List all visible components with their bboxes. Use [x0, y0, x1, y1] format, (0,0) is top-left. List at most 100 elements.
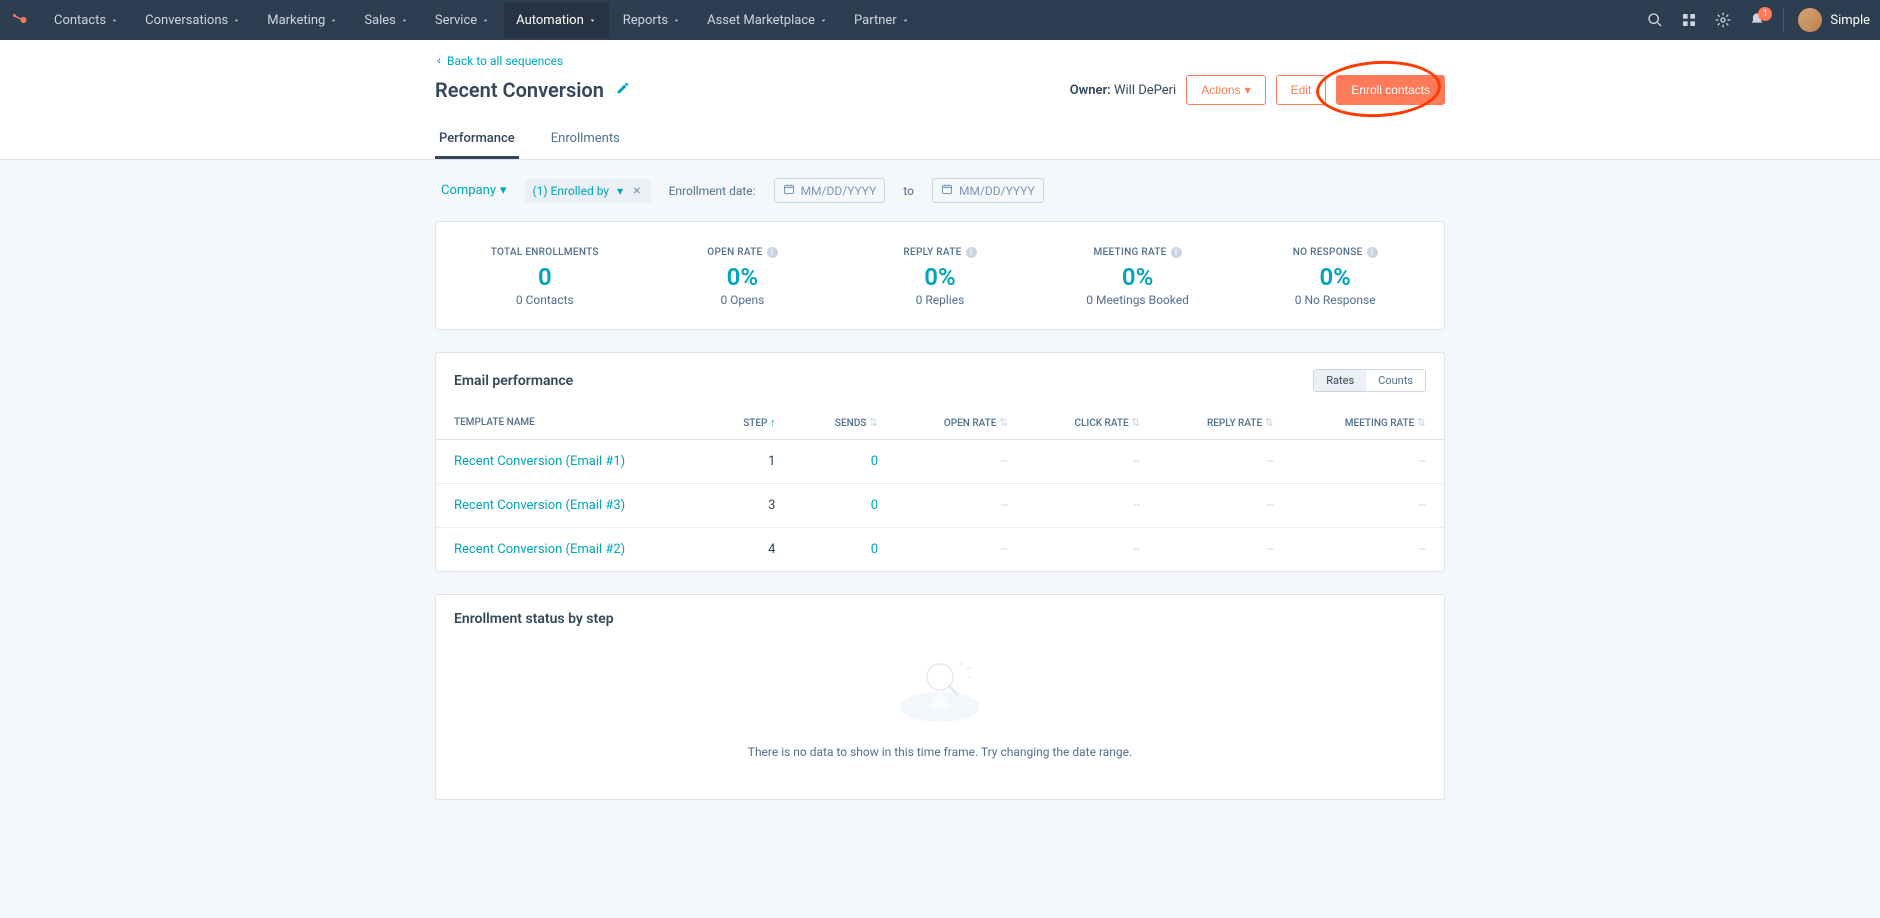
chevron-left-icon — [435, 57, 443, 65]
stat-subtext: 0 Meetings Booked — [1039, 293, 1237, 307]
chevron-down-icon — [588, 16, 597, 25]
tab-performance[interactable]: Performance — [435, 121, 519, 159]
stat-value: 0% — [1236, 263, 1434, 291]
chevron-down-icon — [400, 16, 409, 25]
chevron-down-icon — [232, 16, 241, 25]
th-template[interactable]: TEMPLATE NAME — [436, 406, 705, 440]
search-icon[interactable] — [1647, 12, 1663, 28]
back-to-sequences-link[interactable]: Back to all sequences — [435, 54, 563, 68]
user-avatar-icon — [1798, 8, 1822, 32]
stat-value: 0% — [841, 263, 1039, 291]
th-reply[interactable]: REPLY RATE ⇅ — [1158, 406, 1291, 440]
template-name-link[interactable]: Recent Conversion (Email #2) — [454, 542, 625, 557]
stat-label: NO RESPONSE i — [1293, 247, 1378, 258]
sort-icon: ⇅ — [999, 416, 1008, 429]
cell-reply: -- — [1267, 454, 1274, 469]
chevron-down-icon — [819, 16, 828, 25]
nav-item-asset-marketplace[interactable]: Asset Marketplace — [695, 3, 840, 38]
cell-sends[interactable]: 0 — [871, 498, 878, 513]
tabs: Performance Enrollments — [435, 121, 1445, 159]
enrollment-status-title: Enrollment status by step — [454, 611, 1426, 627]
filter-company-dropdown[interactable]: Company ▾ — [441, 183, 507, 198]
nav-item-contacts[interactable]: Contacts — [42, 3, 131, 38]
actions-button[interactable]: Actions▾ — [1186, 75, 1265, 105]
nav-item-marketing[interactable]: Marketing — [255, 3, 350, 38]
stats-card: TOTAL ENROLLMENTS00 ContactsOPEN RATE i0… — [435, 221, 1445, 330]
account-menu[interactable]: Simple — [1783, 8, 1870, 32]
nav-item-conversations[interactable]: Conversations — [133, 3, 253, 38]
cell-sends[interactable]: 0 — [871, 454, 878, 469]
cell-sends[interactable]: 0 — [871, 542, 878, 557]
enrollment-date-label: Enrollment date: — [669, 184, 756, 198]
cell-open: -- — [1001, 454, 1008, 469]
stat-block: TOTAL ENROLLMENTS 0 0 Contacts — [446, 244, 644, 307]
stat-value: 0% — [1039, 263, 1237, 291]
enroll-contacts-button[interactable]: Enroll contacts — [1336, 75, 1445, 105]
th-step[interactable]: STEP ↑ — [705, 406, 793, 440]
template-name-link[interactable]: Recent Conversion (Email #1) — [454, 454, 625, 469]
nav-item-reports[interactable]: Reports — [611, 3, 693, 38]
th-sends[interactable]: SENDS ⇅ — [793, 406, 896, 440]
enrollment-status-card: Enrollment status by step There is no da… — [435, 594, 1445, 800]
cell-open: -- — [1001, 542, 1008, 557]
th-meeting[interactable]: MEETING RATE ⇅ — [1292, 406, 1444, 440]
settings-gear-icon[interactable] — [1715, 12, 1731, 28]
date-to-input[interactable]: MM/DD/YYYY — [932, 178, 1044, 203]
th-open[interactable]: OPEN RATE ⇅ — [896, 406, 1026, 440]
owner-label: Owner: Will DePeri — [1070, 83, 1177, 98]
top-nav: ContactsConversationsMarketingSalesServi… — [0, 0, 1880, 40]
date-to-label: to — [903, 184, 914, 198]
remove-filter-icon[interactable]: × — [631, 183, 642, 199]
chevron-down-icon: ▾ — [500, 183, 507, 198]
chevron-down-icon — [672, 16, 681, 25]
cell-click: -- — [1133, 454, 1140, 469]
nav-item-automation[interactable]: Automation — [504, 3, 609, 38]
info-icon[interactable]: i — [966, 247, 977, 258]
toggle-rates[interactable]: Rates — [1314, 370, 1366, 391]
info-icon[interactable]: i — [1367, 247, 1378, 258]
main-content: Company ▾ (1) Enrolled by▾ × Enrollment … — [435, 160, 1445, 862]
info-icon[interactable]: i — [767, 247, 778, 258]
sort-icon: ⇅ — [1131, 416, 1140, 429]
calendar-icon — [941, 183, 953, 198]
stat-subtext: 0 Contacts — [446, 293, 644, 307]
sort-icon: ⇅ — [869, 416, 878, 429]
calendar-icon — [783, 183, 795, 198]
cell-meeting: -- — [1419, 454, 1426, 469]
cell-step: 4 — [705, 528, 793, 572]
stat-subtext: 0 Replies — [841, 293, 1039, 307]
page-header: Back to all sequences Recent Conversion … — [0, 40, 1880, 160]
template-name-link[interactable]: Recent Conversion (Email #3) — [454, 498, 625, 513]
toggle-counts[interactable]: Counts — [1366, 370, 1425, 391]
hubspot-logo-icon[interactable] — [10, 11, 28, 29]
chevron-down-icon — [901, 16, 910, 25]
nav-item-partner[interactable]: Partner — [842, 3, 922, 38]
chevron-down-icon: ▾ — [617, 184, 623, 198]
stat-block: REPLY RATE i0%0 Replies — [841, 244, 1039, 307]
edit-button[interactable]: Edit — [1276, 75, 1327, 105]
th-click[interactable]: CLICK RATE ⇅ — [1026, 406, 1158, 440]
notification-badge: 1 — [1758, 7, 1772, 21]
cell-meeting: -- — [1419, 542, 1426, 557]
cell-reply: -- — [1267, 542, 1274, 557]
nav-item-sales[interactable]: Sales — [352, 3, 421, 38]
nav-item-service[interactable]: Service — [423, 3, 502, 38]
stat-value: 0 — [446, 263, 644, 291]
info-icon[interactable]: i — [1171, 247, 1182, 258]
cell-click: -- — [1133, 542, 1140, 557]
page-title: Recent Conversion — [435, 78, 604, 102]
filter-enrolled-by-chip[interactable]: (1) Enrolled by▾ × — [525, 179, 651, 203]
rates-counts-toggle: Rates Counts — [1313, 369, 1426, 392]
marketplace-icon[interactable] — [1681, 12, 1697, 28]
stat-subtext: 0 No Response — [1236, 293, 1434, 307]
notifications-bell-icon[interactable]: 1 — [1749, 12, 1765, 28]
stat-block: NO RESPONSE i 0% 0 No Response — [1236, 244, 1434, 307]
stat-label: TOTAL ENROLLMENTS — [491, 247, 599, 258]
filters-row: Company ▾ (1) Enrolled by▾ × Enrollment … — [435, 178, 1445, 203]
table-row: Recent Conversion (Email #1)10-------- — [436, 440, 1444, 484]
cell-reply: -- — [1267, 498, 1274, 513]
date-from-input[interactable]: MM/DD/YYYY — [774, 178, 886, 203]
tab-enrollments[interactable]: Enrollments — [547, 121, 624, 159]
edit-title-icon[interactable] — [616, 81, 630, 99]
cell-meeting: -- — [1419, 498, 1426, 513]
